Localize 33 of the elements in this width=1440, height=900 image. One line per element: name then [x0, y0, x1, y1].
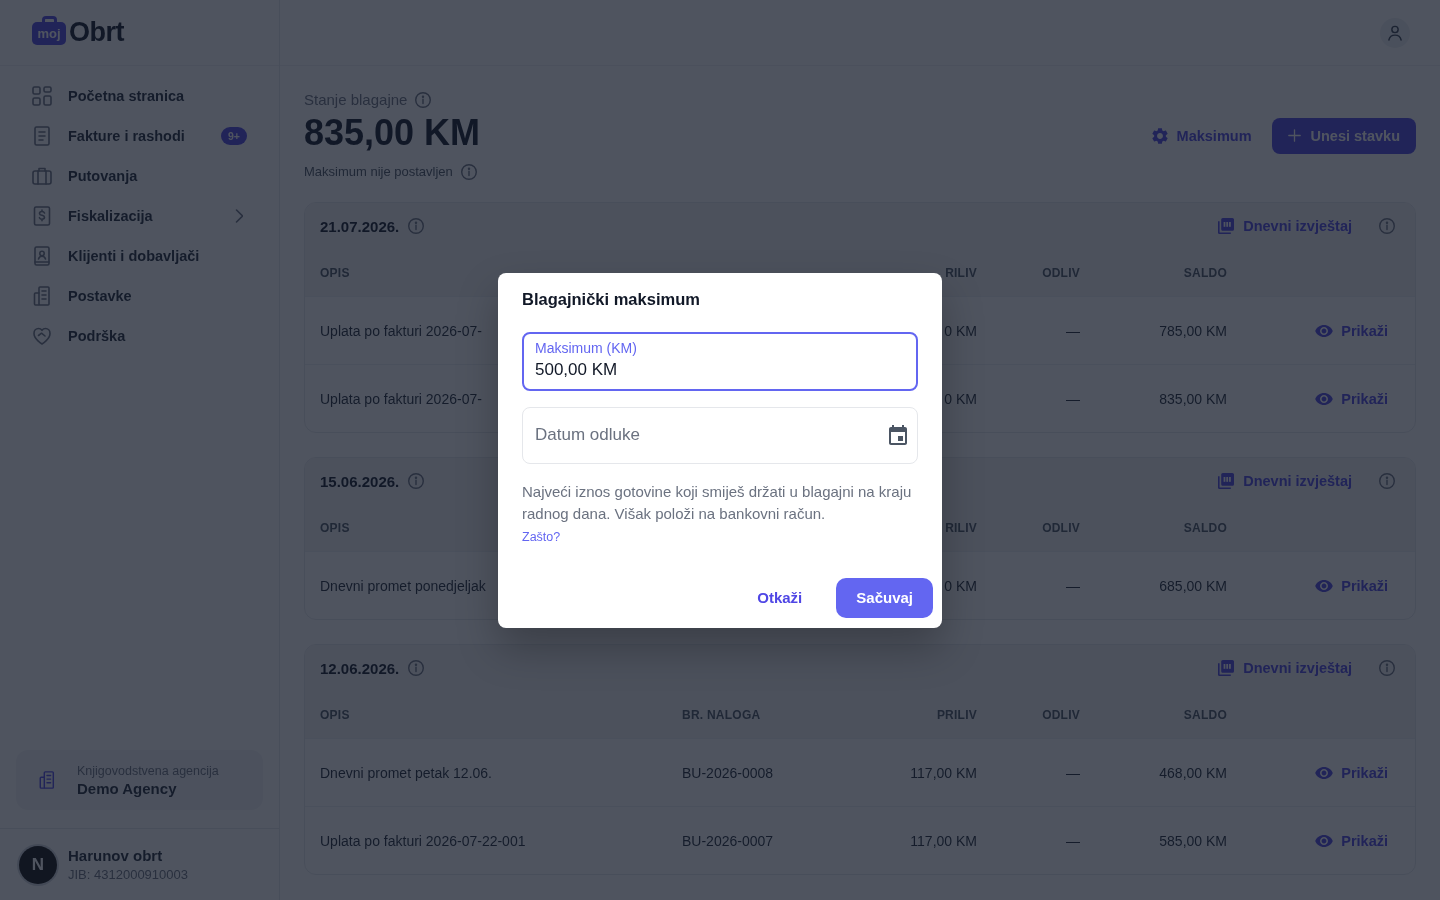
table-cell: —: [1066, 322, 1080, 339]
table-cell: —: [1066, 390, 1080, 407]
field-label: Maksimum (KM): [535, 338, 637, 357]
table-cell: 117,00 KM: [910, 832, 977, 849]
table-cell: —: [1066, 764, 1080, 781]
table-cell: 835,00 KM: [1159, 390, 1227, 407]
cancel-button[interactable]: Otkaži: [745, 577, 815, 618]
table-cell: —: [1066, 832, 1080, 849]
table-cell-text: Uplata po fakturi 2026-07-22-001: [320, 832, 527, 849]
date-heading: 12.06.2026.: [320, 659, 400, 677]
table-cell-text: Dnevni promet ponedjeljak: [320, 577, 487, 594]
help-text: Najveći iznos gotovine koji smiješ držati u blagajni na kraju radnog dana. Višak položi na bankovni račun.: [522, 481, 913, 524]
table-cell-text: Uplata po fakturi 2026-07-: [320, 390, 483, 407]
dialog-title: Blagajnički maksimum: [522, 288, 701, 310]
table-cell: 585,00 KM: [1159, 832, 1227, 849]
date-heading: 15.06.2026.: [320, 472, 400, 490]
business-name: Harunov obrt: [68, 847, 164, 864]
why-link[interactable]: Zašto?: [522, 528, 561, 545]
table-cell-text: Uplata po fakturi 2026-07-: [320, 322, 483, 339]
balance-amount: 835,00 KM: [304, 112, 481, 154]
table-cell-text: BU-2026-0008: [682, 764, 775, 781]
logo-text: Obrt: [69, 17, 124, 48]
table-cell-text: Dnevni promet petak 12.06.: [320, 764, 493, 781]
table-cell: 685,00 KM: [1159, 577, 1227, 594]
table-cell-text: BU-2026-0007: [682, 832, 775, 849]
table-cell: —: [1066, 577, 1080, 594]
table-cell: 785,00 KM: [1159, 322, 1227, 339]
table-cell: 117,00 KM: [910, 764, 977, 781]
date-heading: 21.07.2026.: [320, 217, 400, 235]
date-field[interactable]: Datum odluke: [522, 406, 918, 464]
calendar-icon: [889, 424, 907, 445]
table-cell: 468,00 KM: [1159, 764, 1227, 781]
save-button[interactable]: Sačuvaj: [836, 577, 933, 618]
